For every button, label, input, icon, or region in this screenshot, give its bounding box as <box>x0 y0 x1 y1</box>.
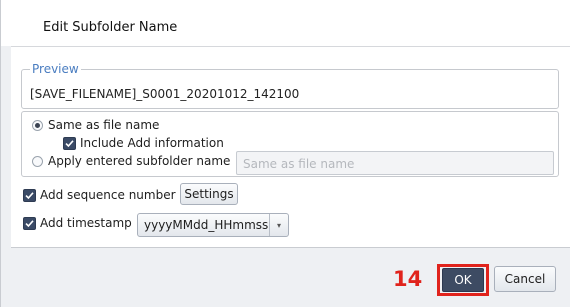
apply-entered-label: Apply entered subfolder name <box>48 154 231 168</box>
add-timestamp-option[interactable]: Add timestamp <box>23 216 132 230</box>
step-number-annotation: 14 <box>393 267 423 291</box>
title-bar: Edit Subfolder Name <box>1 0 570 46</box>
cancel-button[interactable]: Cancel <box>494 266 556 292</box>
checkmark-icon <box>25 219 34 227</box>
add-sequence-option[interactable]: Add sequence number <box>23 188 176 202</box>
include-add-info-label: Include Add information <box>80 136 224 150</box>
edit-subfolder-dialog: Edit Subfolder Name Preview [SAVE_FILENA… <box>0 0 570 307</box>
timestamp-format-select[interactable]: yyyyMMdd_HHmmss ▾ <box>137 213 289 237</box>
apply-entered-radio[interactable] <box>32 155 43 167</box>
timestamp-format-value: yyyyMMdd_HHmmss <box>144 218 269 232</box>
dialog-content: Preview [SAVE_FILENAME]_S0001_20201012_1… <box>11 46 570 247</box>
same-as-file-name-option[interactable]: Same as file name <box>32 118 159 132</box>
preview-text: [SAVE_FILENAME]_S0001_20201012_142100 <box>30 87 300 101</box>
include-add-info-option[interactable]: Include Add information <box>63 136 224 150</box>
ok-button[interactable]: OK <box>442 268 484 292</box>
subfolder-name-input[interactable]: Same as file name <box>236 151 554 175</box>
dialog-title: Edit Subfolder Name <box>43 20 178 35</box>
include-add-info-checkbox[interactable] <box>63 136 76 150</box>
same-as-file-name-label: Same as file name <box>48 118 160 132</box>
add-sequence-label: Add sequence number <box>40 188 176 202</box>
apply-entered-option[interactable]: Apply entered subfolder name <box>32 154 230 168</box>
footer-divider <box>11 247 570 248</box>
subfolder-name-group: Same as file name Include Add informatio… <box>21 111 559 177</box>
add-timestamp-label: Add timestamp <box>40 216 132 230</box>
preview-group: Preview [SAVE_FILENAME]_S0001_20201012_1… <box>21 62 559 109</box>
checkmark-icon <box>65 139 74 147</box>
checkmark-icon <box>25 191 34 199</box>
settings-button[interactable]: Settings <box>180 183 238 205</box>
add-timestamp-checkbox[interactable] <box>23 216 36 230</box>
preview-legend: Preview <box>30 62 81 76</box>
same-as-file-name-radio[interactable] <box>32 119 43 131</box>
chevron-down-icon[interactable]: ▾ <box>269 214 288 236</box>
add-sequence-checkbox[interactable] <box>23 188 36 202</box>
